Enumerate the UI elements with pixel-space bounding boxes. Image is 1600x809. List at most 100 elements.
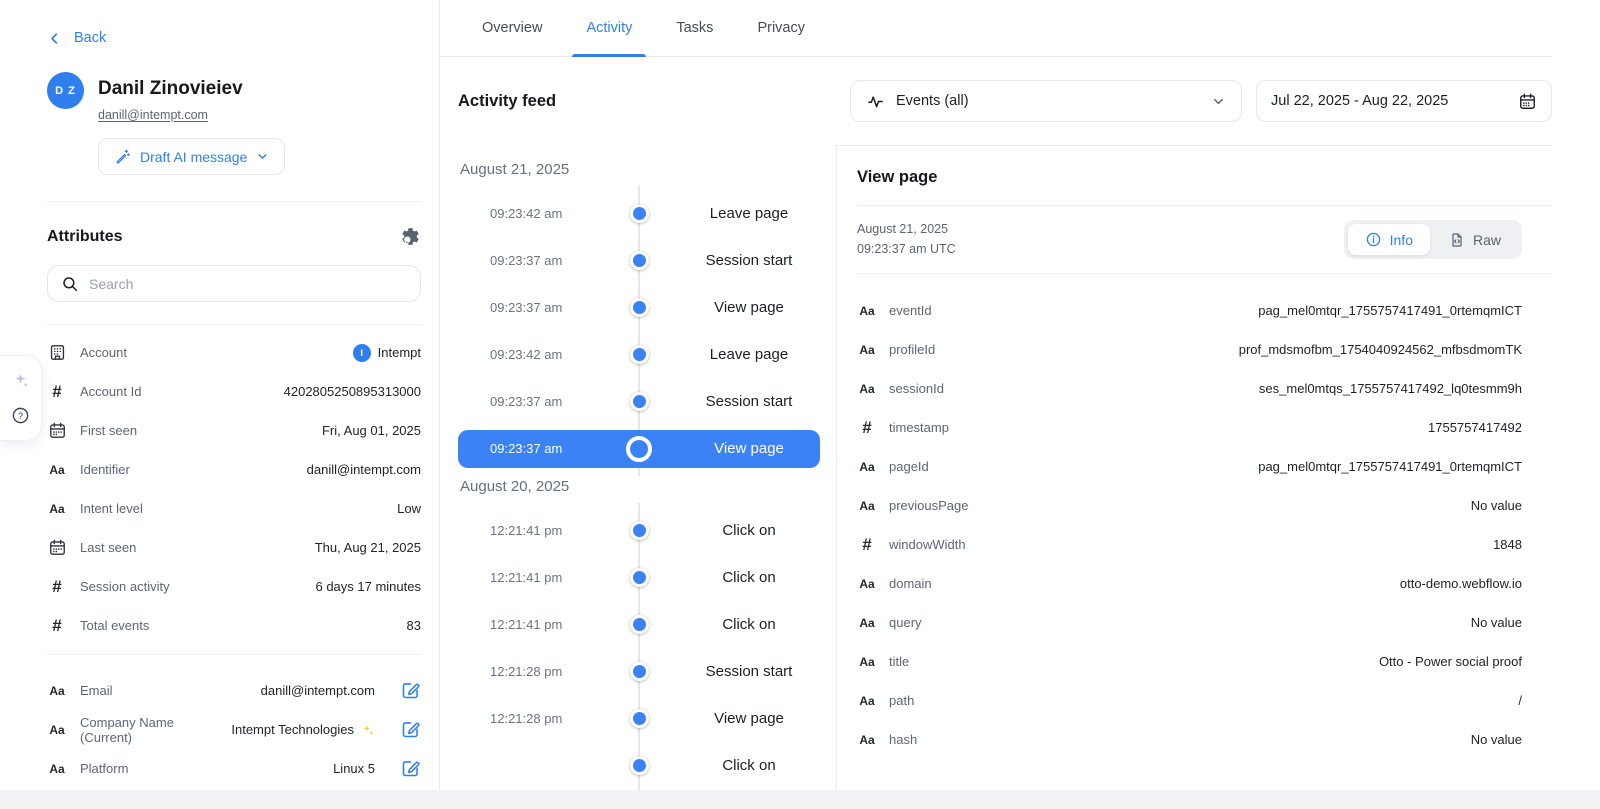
attribute-value: danill@intempt.com: [307, 462, 421, 477]
number-attribute-icon: #: [857, 419, 877, 436]
draft-ai-message-button[interactable]: Draft AI message: [98, 138, 285, 175]
text-attribute-icon: Aa: [857, 577, 877, 591]
events-filter-select[interactable]: Events (all): [850, 80, 1242, 122]
field-value: /: [1518, 693, 1522, 708]
date-range-picker[interactable]: Jul 22, 2025 - Aug 22, 2025: [1256, 80, 1552, 122]
timeline-event[interactable]: 12:21:28 pmView page: [458, 695, 820, 742]
magic-pen-icon: [114, 148, 131, 165]
timeline-event[interactable]: 12:21:28 pmSession start: [458, 648, 820, 695]
attribute-search[interactable]: [47, 265, 421, 302]
help-icon[interactable]: ?: [11, 406, 30, 425]
event-dot: [630, 568, 649, 587]
event-label: Leave page: [678, 346, 820, 363]
event-dot-cell: [600, 392, 678, 411]
timeline-event[interactable]: 12:21:41 pmClick on: [458, 507, 820, 554]
field-key: query: [889, 615, 922, 630]
timeline-date-header: August 20, 2025: [460, 478, 836, 495]
edit-attribute-button[interactable]: [400, 758, 421, 779]
field-value: No value: [1471, 732, 1522, 747]
event-label: Click on: [678, 569, 820, 586]
event-time: 09:23:37 am: [490, 300, 600, 315]
gear-icon[interactable]: [400, 226, 421, 247]
event-time: 12:21:41 pm: [490, 570, 600, 585]
timeline-event[interactable]: 09:23:37 amView page: [458, 284, 820, 331]
event-dot: [630, 756, 649, 775]
attributes-list: AccountIIntempt#Account Id42028052508953…: [47, 325, 421, 645]
activity-content: August 21, 202509:23:42 amLeave page09:2…: [440, 145, 1552, 790]
timeline-event-selected[interactable]: 09:23:37 amView page: [458, 430, 820, 468]
tab-activity[interactable]: Activity: [568, 0, 650, 56]
activity-feed-title: Activity feed: [458, 92, 556, 111]
calendar-icon: [1518, 92, 1537, 111]
event-field-row: AapreviousPageNo value: [857, 486, 1522, 525]
attribute-value-text: 6 days 17 minutes: [315, 579, 421, 594]
event-label: Click on: [678, 616, 820, 633]
event-label: Session start: [678, 393, 820, 410]
number-attribute-icon: #: [47, 578, 67, 595]
event-dot: [630, 392, 649, 411]
avatar: D Z: [47, 72, 84, 109]
attribute-value-text: Intempt Technologies: [231, 722, 354, 737]
event-field-row: AapageIdpag_mel0mtqr_1755757417491_0rtem…: [857, 447, 1522, 486]
event-time: 09:23:37 am: [490, 394, 600, 409]
search-input[interactable]: [89, 276, 407, 292]
sparkles-icon[interactable]: [11, 371, 30, 390]
profile-page: Back D Z Danil Zinovieiev danill@intempt…: [0, 0, 1600, 790]
chevron-down-icon: [1211, 94, 1226, 109]
event-dot: [630, 251, 649, 270]
tab-privacy[interactable]: Privacy: [739, 0, 823, 56]
edit-attribute-button[interactable]: [400, 719, 421, 740]
tab-tasks[interactable]: Tasks: [658, 0, 731, 56]
attribute-value: 83: [407, 618, 421, 633]
timeline-event[interactable]: 12:21:41 pm Click on: [458, 554, 820, 601]
back-label: Back: [74, 30, 106, 46]
attribute-value: Thu, Aug 21, 2025: [315, 540, 421, 555]
field-key: eventId: [889, 303, 932, 318]
timeline-event[interactable]: 09:23:42 amLeave page: [458, 331, 820, 378]
timeline-event[interactable]: 09:23:37 amSession start: [458, 237, 820, 284]
event-dot-cell: [600, 345, 678, 364]
info-icon: [1365, 231, 1382, 248]
event-field-row: AatitleOtto - Power social proof: [857, 642, 1522, 681]
draft-ai-label: Draft AI message: [140, 149, 247, 165]
timeline-group: 09:23:42 amLeave page 09:23:37 am Session …: [458, 190, 820, 468]
attribute-value: danill@intempt.com: [261, 683, 375, 698]
info-tab[interactable]: Info: [1348, 224, 1430, 255]
text-attribute-icon: Aa: [857, 694, 877, 708]
field-key: profileId: [889, 342, 935, 357]
event-field-row: AahashNo value: [857, 720, 1522, 759]
text-attribute-icon: Aa: [47, 502, 67, 516]
attribute-label: Session activity: [80, 579, 170, 594]
field-value: 1848: [1493, 537, 1522, 552]
timeline-event[interactable]: 09:23:42 amLeave page: [458, 190, 820, 237]
field-key: hash: [889, 732, 917, 747]
attribute-row: #Account Id4202805250895313000: [47, 372, 421, 411]
attribute-row: AaIntent levelLow: [47, 489, 421, 528]
timeline-event[interactable]: Click on: [458, 742, 820, 789]
attribute-value: Linux 5: [333, 761, 375, 776]
attribute-value: IIntempt: [353, 344, 421, 362]
editable-attribute-row: AaCompany Name (Current)Intempt Technolo…: [47, 710, 421, 749]
event-field-row: #timestamp1755757417492: [857, 408, 1522, 447]
date-range-value: Jul 22, 2025 - Aug 22, 2025: [1271, 93, 1448, 109]
timeline-event[interactable]: 12:21:41 pmClick on: [458, 601, 820, 648]
edit-attribute-button[interactable]: [400, 680, 421, 701]
event-label: Click on: [678, 522, 820, 539]
profile-email[interactable]: danill@intempt.com: [98, 108, 243, 122]
event-field-row: Aadomainotto-demo.webflow.io: [857, 564, 1522, 603]
attribute-value-text: danill@intempt.com: [307, 462, 421, 477]
attribute-label: First seen: [80, 423, 137, 438]
tab-overview[interactable]: Overview: [464, 0, 560, 56]
divider: [47, 654, 421, 655]
raw-tab[interactable]: Raw: [1432, 224, 1518, 255]
timeline-event[interactable]: 09:23:37 am Session start: [458, 378, 820, 425]
text-attribute-icon: Aa: [857, 460, 877, 474]
event-label: View page: [678, 440, 820, 457]
attributes-title: Attributes: [47, 228, 123, 246]
back-button[interactable]: Back: [47, 30, 421, 46]
attribute-value-text: 4202805250895313000: [284, 384, 421, 399]
event-dot: [630, 345, 649, 364]
raw-label: Raw: [1473, 232, 1501, 248]
field-value: pag_mel0mtqr_1755757417491_0rtemqmICT: [1258, 303, 1522, 318]
event-field-row: AaqueryNo value: [857, 603, 1522, 642]
